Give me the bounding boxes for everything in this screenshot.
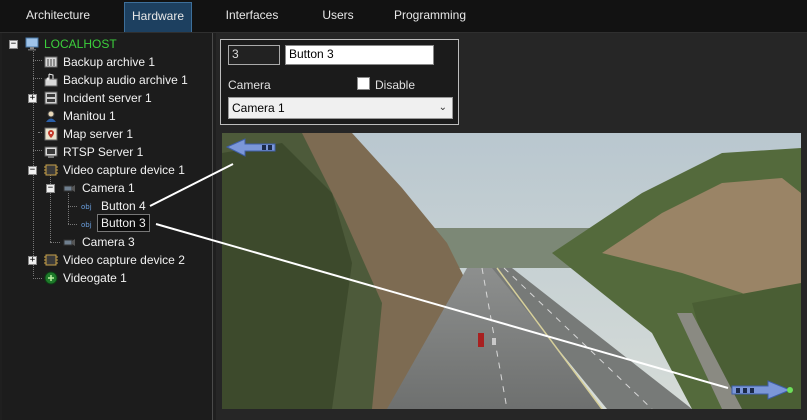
incident-server-icon — [44, 91, 58, 105]
button-id-field[interactable]: 3 — [228, 45, 280, 65]
tree-item-label: Videogate 1 — [63, 271, 127, 285]
tree-item-button-4[interactable]: obj Button 4 — [2, 197, 213, 215]
videogate-icon — [44, 271, 58, 285]
tree-item-label: Incident server 1 — [63, 91, 152, 105]
tree-item-label: Manitou 1 — [63, 109, 116, 123]
camera-select-value: Camera 1 — [232, 101, 285, 115]
tree-item-label: Backup audio archive 1 — [63, 73, 188, 87]
camera-select[interactable]: Camera 1 ⌄ — [228, 97, 453, 119]
tree-item-map-server[interactable]: Map server 1 — [2, 125, 213, 143]
tree-item-video-capture-device-1[interactable]: − Video capture device 1 — [2, 161, 213, 179]
collapse-toggle[interactable]: − — [28, 166, 37, 175]
tree-item-backup-archive[interactable]: Backup archive 1 — [2, 53, 213, 71]
server-monitor-icon — [25, 37, 39, 51]
tree-item-label: Camera 1 — [82, 181, 135, 195]
camera-label: Camera — [228, 78, 271, 92]
map-server-icon — [44, 127, 58, 141]
collapse-toggle[interactable]: − — [46, 184, 55, 193]
tree-item-video-capture-device-2[interactable]: + Video capture device 2 — [2, 251, 213, 269]
camera-icon — [63, 185, 75, 192]
button-properties-panel: 3 Button 3 Camera Disable Camera 1 ⌄ — [220, 39, 459, 125]
capture-device-icon — [44, 164, 58, 176]
obj-icon: obj — [81, 203, 92, 211]
tree-item-label: Map server 1 — [63, 127, 134, 141]
tree-item-label: Camera 3 — [82, 235, 135, 249]
tab-programming[interactable]: Programming — [388, 2, 472, 32]
expand-toggle[interactable]: + — [28, 256, 37, 265]
obj-badge: obj — [81, 203, 92, 211]
tree-item-manitou[interactable]: Manitou 1 — [2, 107, 213, 125]
tab-hardware[interactable]: Hardware — [124, 2, 192, 32]
tab-users[interactable]: Users — [312, 2, 364, 32]
button-name-field[interactable]: Button 3 — [285, 45, 434, 65]
tree-item-label: Video capture device 1 — [63, 163, 185, 177]
tree-item-label: Button 4 — [101, 199, 146, 213]
obj-icon: obj — [81, 221, 92, 229]
disable-checkbox[interactable] — [357, 77, 370, 90]
tree-item-camera-3[interactable]: Camera 3 — [2, 233, 213, 251]
chevron-down-icon: ⌄ — [438, 102, 447, 113]
capture-device-icon — [44, 254, 58, 266]
tree-item-rtsp-server[interactable]: RTSP Server 1 — [2, 143, 213, 161]
tree-root-label: LOCALHOST — [44, 37, 117, 51]
camera-video-preview[interactable] — [222, 133, 801, 409]
tab-interfaces[interactable]: Interfaces — [218, 2, 286, 32]
tree-item-backup-audio-archive[interactable]: Backup audio archive 1 — [2, 71, 213, 89]
tree-item-videogate[interactable]: Videogate 1 — [2, 269, 213, 287]
expand-toggle[interactable]: + — [28, 94, 37, 103]
backup-archive-icon — [44, 56, 58, 68]
tree-item-button-3[interactable]: obj Button 3 — [2, 214, 213, 233]
obj-badge: obj — [81, 221, 92, 229]
tree-item-camera-1[interactable]: − Camera 1 — [2, 179, 213, 197]
tree-item-label: Video capture device 2 — [63, 253, 185, 267]
collapse-toggle[interactable]: − — [9, 40, 18, 49]
tree-item-incident-server[interactable]: + Incident server 1 — [2, 89, 213, 107]
disable-label: Disable — [375, 78, 416, 92]
tree-item-label: RTSP Server 1 — [63, 145, 144, 159]
hardware-tree: − LOCALHOST Backup archive 1 Backup audi… — [2, 33, 213, 420]
camera-icon — [63, 239, 75, 246]
tree-item-label-selected: Button 3 — [97, 214, 150, 232]
manitou-icon — [46, 110, 56, 122]
rtsp-server-icon — [44, 146, 58, 158]
audio-archive-icon — [44, 73, 58, 87]
tree-item-label: Backup archive 1 — [63, 55, 156, 69]
tab-architecture[interactable]: Architecture — [14, 2, 102, 32]
top-tab-bar: Architecture Hardware Interfaces Users P… — [0, 0, 807, 33]
tree-node-localhost[interactable]: − LOCALHOST — [2, 35, 213, 53]
